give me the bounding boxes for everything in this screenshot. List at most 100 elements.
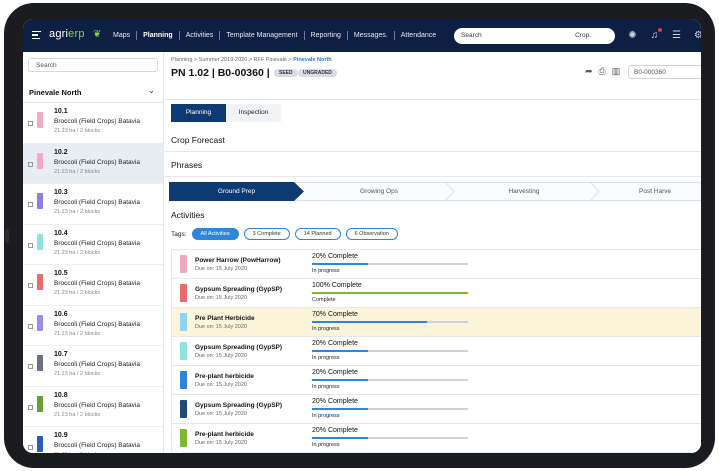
- block-color-swatch: [37, 152, 43, 169]
- block-crop-name: Broccoli (Field Crops) Batavia: [54, 118, 140, 125]
- block-list-item[interactable]: 10.6 Broccoli (Field Crops) Batavia 21:23 …: [23, 306, 163, 346]
- activity-progress-bar: [312, 263, 468, 265]
- app-logo[interactable]: agrierp: [49, 28, 85, 40]
- activity-row[interactable]: Gypsum Spreading (GypSP) Due on: 15 July …: [171, 394, 701, 423]
- sliders-icon[interactable]: ☰: [670, 29, 683, 42]
- activity-row[interactable]: Gypsum Spreading (GypSP) Due on: 15 July …: [171, 278, 701, 307]
- block-code-select[interactable]: B0-000360: [628, 65, 701, 79]
- tablet-side-button: [5, 229, 9, 243]
- activity-list: Power Harrow (PowHarrow) Due on: 15 July …: [171, 249, 701, 453]
- activity-percent-label: 100% Complete: [312, 282, 362, 289]
- share-icon[interactable]: ➦: [585, 66, 593, 77]
- nav-item-activities[interactable]: Activities: [180, 31, 221, 40]
- activity-status: In progress: [312, 268, 340, 274]
- block-checkbox[interactable]: [28, 202, 33, 207]
- block-list-item[interactable]: 10.1 Broccoli (Field Crops) Batavia 21:23 …: [23, 103, 163, 144]
- block-list-item[interactable]: 10.5 Broccoli (Field Crops) Batavia 21:23 …: [23, 265, 163, 306]
- activity-row[interactable]: Pre-plant herbicideDue on: 15 July 20202…: [171, 365, 701, 394]
- block-list-item[interactable]: 10.3 Broccoli (Field Crops) Batavia 21:23 …: [23, 184, 163, 225]
- activity-row[interactable]: Power Harrow (PowHarrow) Due on: 15 July …: [171, 249, 701, 278]
- activity-due-date: Due on: 15 July 2020: [195, 440, 247, 446]
- activity-color-swatch: [180, 284, 187, 302]
- phase-post-harvest[interactable]: Post Harve: [639, 182, 701, 201]
- block-list-item[interactable]: 10.7 Broccoli (Field Crops) Batavia 21:23 …: [23, 346, 163, 387]
- activity-row[interactable]: Pre Plant Herbicide Due on: 15 July 2020 7…: [171, 307, 701, 336]
- search-scope-select[interactable]: Crop.: [575, 32, 591, 39]
- divider: [165, 151, 701, 152]
- block-list-item[interactable]: 10.4 Broccoli (Field Crops) Batavia 21:23 …: [23, 225, 163, 265]
- bell-icon[interactable]: ♫: [648, 28, 662, 42]
- block-color-swatch: [37, 193, 43, 209]
- chevron-down-icon: ⌄: [147, 85, 155, 95]
- tag-complete[interactable]: 3 Complete: [243, 228, 290, 240]
- tags-label: Tags:: [171, 230, 187, 238]
- block-checkbox[interactable]: [28, 283, 33, 288]
- tag-all-activities[interactable]: All Activities: [191, 228, 239, 240]
- activity-row[interactable]: Pre-plant herbicideDue on: 15 July 20202…: [171, 423, 701, 452]
- activity-status: In progress: [312, 326, 340, 332]
- nav-item-maps[interactable]: Maps: [107, 31, 138, 40]
- phase-growing-ops[interactable]: Growing Ops: [309, 182, 449, 201]
- block-crop-name: Broccoli (Field Crops) Batavia: [54, 199, 140, 206]
- activity-progress-bar: [312, 379, 468, 381]
- activity-status: In progress: [312, 384, 340, 390]
- block-list-item[interactable]: 10.8 Broccoli (Field Crops) Batavia 21:23 …: [23, 387, 163, 427]
- block-number: 10.3: [54, 189, 68, 196]
- block-color-swatch: [37, 112, 43, 128]
- block-checkbox[interactable]: [28, 364, 33, 369]
- global-search-input[interactable]: Search Crop.: [454, 28, 615, 44]
- tab-planning[interactable]: Planning: [171, 104, 226, 122]
- top-icons: ✺ ♫ ☰ ⚙: [626, 28, 701, 42]
- phase-harvesting[interactable]: Harvesting: [454, 182, 594, 201]
- activity-percent-label: 70% Complete: [312, 311, 358, 318]
- activity-percent-label: 20% Complete: [312, 398, 358, 405]
- block-checkbox[interactable]: [28, 323, 33, 329]
- ungraded-badge: UNGRADED: [298, 69, 337, 77]
- activity-progress-fill: [312, 379, 369, 381]
- activity-status: In progress: [312, 413, 340, 419]
- block-checkbox[interactable]: [28, 404, 33, 410]
- activity-row[interactable]: Pre-plant herbicideDue on: 15 July 20202…: [182, 452, 701, 453]
- block-list-item[interactable]: 10.9 Broccoli (Field Crops) Batavia 21:23 …: [23, 427, 163, 453]
- tag-planned[interactable]: 14 Planned: [294, 228, 341, 240]
- activity-color-swatch: [180, 313, 187, 331]
- map-icon[interactable]: ▥: [612, 66, 621, 77]
- tag-observation[interactable]: 6 Observation: [345, 228, 398, 240]
- virus-icon[interactable]: ✺: [626, 29, 639, 42]
- crop-forecast-heading[interactable]: Crop Forecast: [171, 135, 225, 145]
- block-number: 10.5: [54, 270, 68, 277]
- nav-item-planning[interactable]: Planning: [137, 31, 180, 40]
- breadcrumb-path[interactable]: Planning > Summer 2019-2020 > RFF Pineva…: [171, 57, 293, 63]
- breadcrumb-current[interactable]: Pinevale North: [293, 57, 332, 63]
- gear-icon[interactable]: ⚙: [692, 29, 701, 42]
- nav-item-attendance[interactable]: Attendance: [395, 31, 442, 40]
- block-checkbox[interactable]: [28, 445, 33, 450]
- activity-name: Gypsum Spreading (GypSP): [195, 402, 283, 409]
- block-checkbox[interactable]: [28, 121, 33, 126]
- nav-item-reporting[interactable]: Reporting: [305, 31, 348, 40]
- block-search-input[interactable]: Search: [28, 58, 158, 72]
- block-crop-name: Broccoli (Field Crops) Batavia: [54, 280, 140, 287]
- activity-name: Gypsum Spreading (GypSP): [195, 286, 283, 293]
- block-list-item[interactable]: 10.2 Broccoli (Field Crops) Batavia 21:23 …: [23, 143, 163, 184]
- nav-item-messages[interactable]: Messages.: [348, 31, 395, 40]
- block-checkbox[interactable]: [28, 242, 33, 248]
- activity-progress-bar: [312, 321, 468, 323]
- tab-inspection[interactable]: Inspection: [226, 104, 281, 122]
- header-divider: [165, 99, 701, 100]
- print-icon[interactable]: ⎙: [599, 66, 606, 77]
- block-color-swatch: [37, 436, 43, 452]
- block-crop-name: Broccoli (Field Crops) Batavia: [54, 361, 140, 368]
- farm-selector[interactable]: Pinevale North ⌄: [23, 79, 163, 103]
- block-meta: 21:23 ha / 2 blocks: [54, 371, 101, 377]
- menu-icon[interactable]: [32, 31, 41, 40]
- block-checkbox[interactable]: [28, 161, 33, 167]
- block-number: 10.7: [54, 351, 68, 358]
- nav-item-template-management[interactable]: Template Management: [220, 31, 305, 40]
- activity-row[interactable]: Gypsum Spreading (GypSP) Due on: 15 July …: [171, 336, 701, 365]
- phrases-heading[interactable]: Phrases: [171, 160, 202, 170]
- activity-due-date: Due on: 15 July 2020: [195, 382, 247, 388]
- phase-ground-prep[interactable]: Ground Prep: [169, 182, 304, 201]
- block-color-swatch: [37, 395, 43, 412]
- activity-progress-fill: [312, 437, 369, 439]
